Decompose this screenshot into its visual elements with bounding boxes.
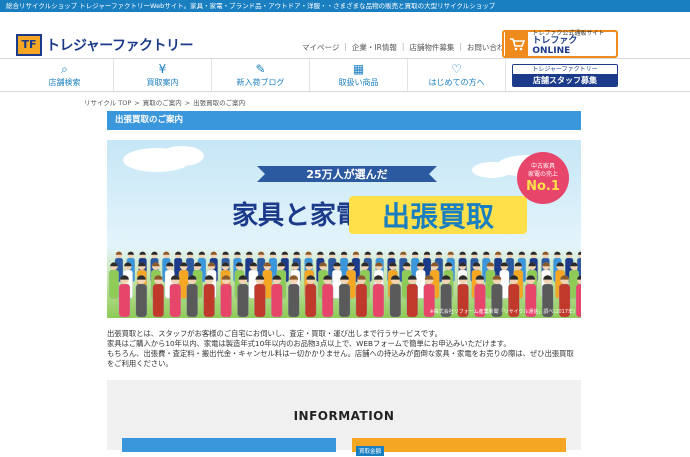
service-description: 出張買取とは、スタッフがお客様のご自宅にお伺いし、査定・買取・運び出しまで行うサ…	[107, 329, 581, 369]
crowd-illustration	[109, 251, 581, 318]
breadcrumb-current: 出張買取のご案内	[193, 99, 246, 107]
site-logo[interactable]: TF トレジャーファクトリー	[16, 34, 193, 56]
nav-label: 買取案内	[146, 78, 179, 87]
information-card-tag: 買取金額	[356, 446, 385, 456]
page-title: 出張買取のご案内	[107, 111, 581, 130]
breadcrumb-purchase-link[interactable]: 買取のご案内	[143, 99, 182, 107]
breadcrumb: リサイクル TOP > 買取のご案内 > 出張買取のご案内	[84, 97, 245, 107]
nav-beginners[interactable]: ♡ はじめての方へ	[408, 59, 506, 91]
breadcrumb-home-link[interactable]: リサイクル TOP	[84, 99, 131, 107]
no1-badge: 中古家具 家電の売上 No.1	[517, 152, 569, 204]
nav-label: 取扱い商品	[338, 78, 379, 87]
site-header: TF トレジャーファクトリー マイページ | 企業・IR情報 | 店舗物件募集 …	[0, 12, 690, 58]
purchase-guide-icon: ¥	[158, 62, 167, 76]
badge-caption-2: 家電の売上	[528, 170, 558, 178]
nav-new-arrival-blog[interactable]: ✎ 新入荷ブログ	[212, 59, 310, 91]
description-line-1: 出張買取とは、スタッフがお客様のご自宅にお伺いし、査定・買取・運び出しまで行うサ…	[107, 329, 442, 338]
top-announcement-bar: 総合リサイクルショップ トレジャーファクトリーWebサイト。家具・家電・ブランド…	[0, 0, 690, 12]
banner-footnote: ※株式会社リフォーム産業新聞「リサイクル通信」調べ(2017年)	[430, 308, 575, 315]
nav-purchase-guide[interactable]: ¥ 買取案内	[114, 59, 212, 91]
logo-mark: TF	[16, 34, 42, 56]
staff-recruit-button[interactable]: トレジャーファクトリー 店舗スタッフ募集	[512, 64, 618, 87]
nav-products[interactable]: ▦ 取扱い商品	[310, 59, 408, 91]
information-title: INFORMATION	[293, 409, 395, 423]
nav-label: 店舗検索	[48, 78, 81, 87]
mypage-link[interactable]: マイページ	[302, 42, 339, 53]
corporate-ir-link[interactable]: 企業・IR情報	[352, 42, 397, 53]
divider: |	[344, 42, 347, 51]
logo-text: トレジャーファクトリー	[46, 38, 193, 54]
property-recruit-link[interactable]: 店舗物件募集	[409, 42, 454, 53]
store-search-icon: ⌕	[61, 62, 68, 76]
staff-recruit-label: 店舗スタッフ募集	[513, 74, 617, 86]
staff-recruit-caption: トレジャーファクトリー	[513, 65, 617, 74]
products-icon: ▦	[352, 62, 365, 76]
global-nav: ⌕ 店舗検索 ¥ 買取案内 ✎ 新入荷ブログ ▦ 取扱い商品 ♡ はじめての方へ…	[0, 58, 690, 92]
online-shop-label: トレファク ONLINE	[532, 36, 578, 57]
banner-headline-b: 出張買取	[382, 200, 494, 233]
utility-links: マイページ | 企業・IR情報 | 店舗物件募集 | お問い合わせ	[302, 42, 512, 53]
banner-ribbon-text: 25万人が選んだ	[306, 167, 387, 181]
beginner-icon: ♡	[451, 62, 462, 76]
divider: |	[401, 42, 405, 51]
information-section: INFORMATION 買取金額	[107, 380, 581, 456]
badge-title: No.1	[526, 179, 560, 194]
breadcrumb-separator: >	[134, 99, 140, 107]
blog-icon: ✎	[255, 62, 266, 76]
badge-caption-1: 中古家具	[531, 162, 555, 170]
nav-label: はじめての方へ	[428, 78, 485, 87]
online-shop-button[interactable]: トレファク公式通販サイト トレファク ONLINE	[502, 30, 618, 58]
divider: |	[459, 42, 462, 51]
nav-store-search[interactable]: ⌕ 店舗検索	[16, 59, 114, 91]
description-line-3: もちろん、出張費・査定料・搬出代金・キャンセル料は一切かかりません。店舗への持込…	[107, 349, 574, 368]
nav-label: 新入荷ブログ	[236, 78, 285, 87]
hero-banner: 25万人が選んだ 家具と家電の 出張買取 中古家具 家電の売上 No.1 ※株式…	[107, 140, 581, 318]
cart-icon	[505, 32, 529, 56]
breadcrumb-separator: >	[184, 99, 191, 107]
description-line-2: 家具はご購入から10年以内、家電は製造年式10年以内のお品物3点以上で、WEBフ…	[107, 339, 511, 348]
